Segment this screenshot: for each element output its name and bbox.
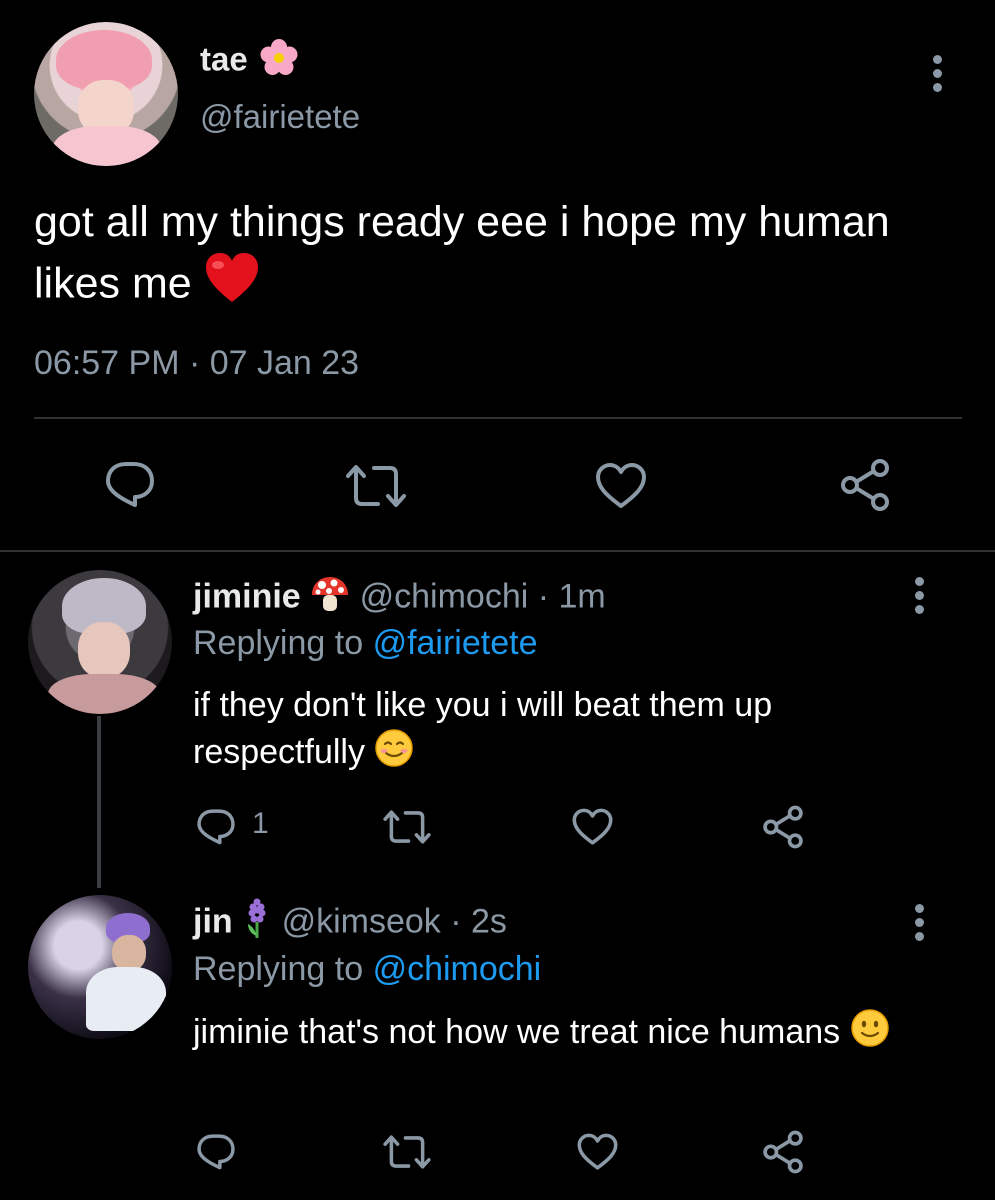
retweet-icon[interactable]: [382, 808, 432, 846]
reply-body: jiminie that's not how we treat nice hum…: [193, 1008, 893, 1060]
more-options-icon[interactable]: [931, 55, 943, 97]
replying-to: Replying to @fairietete: [193, 624, 537, 663]
reply-header: jiminie @chimochi · 1m: [193, 575, 606, 622]
smiling-face-icon: [374, 728, 414, 780]
author-avatar[interactable]: [34, 22, 178, 166]
author-handle[interactable]: @fairietete: [200, 98, 360, 136]
replying-to-label: Replying to: [193, 950, 364, 988]
reply-avatar[interactable]: [28, 570, 172, 714]
replying-to-link[interactable]: @fairietete: [373, 624, 538, 662]
like-icon[interactable]: [571, 808, 614, 846]
divider: [0, 550, 995, 552]
mushroom-icon: [310, 575, 350, 622]
reply-icon[interactable]: [196, 1133, 236, 1170]
replying-to-label: Replying to: [193, 624, 364, 662]
tweet-body: got all my things ready eee i hope my hu…: [34, 192, 934, 320]
like-icon[interactable]: [594, 462, 648, 510]
slightly-smiling-face-icon: [850, 1008, 890, 1060]
share-icon[interactable]: [761, 1130, 805, 1174]
reply-icon[interactable]: [196, 808, 236, 845]
more-options-icon[interactable]: [913, 577, 925, 619]
replying-to: Replying to @chimochi: [193, 950, 541, 989]
share-icon[interactable]: [838, 458, 892, 512]
cherry-blossom-icon: [257, 38, 301, 86]
divider: [34, 417, 962, 419]
author-name[interactable]: tae: [200, 38, 301, 86]
reply-body: if they don't like you i will beat them …: [193, 682, 893, 780]
reply-time[interactable]: · 1m: [538, 577, 606, 615]
replying-to-link[interactable]: @chimochi: [373, 950, 542, 988]
tweet-timestamp[interactable]: 06:57 PM · 07 Jan 23: [34, 344, 359, 383]
author-name-text: tae: [200, 40, 248, 78]
reply-author-name[interactable]: jin: [193, 902, 233, 940]
reply-text: jiminie that's not how we treat nice hum…: [193, 1012, 841, 1051]
like-icon[interactable]: [576, 1133, 619, 1171]
more-options-icon[interactable]: [913, 904, 925, 946]
thread-line: [97, 716, 101, 888]
hyacinth-icon: [242, 898, 272, 949]
reply-author-handle[interactable]: @chimochi: [360, 577, 529, 615]
reply-text: if they don't like you i will beat them …: [193, 686, 773, 771]
reply-icon[interactable]: [104, 460, 156, 508]
red-heart-icon: [204, 252, 260, 320]
share-icon[interactable]: [761, 805, 805, 849]
retweet-icon[interactable]: [382, 1133, 432, 1171]
retweet-icon[interactable]: [344, 462, 408, 510]
reply-header: jin @kimseok · 2s: [193, 898, 507, 949]
reply-time[interactable]: · 2s: [450, 902, 507, 940]
reply-avatar[interactable]: [28, 895, 172, 1039]
reply-count: 1: [252, 807, 269, 840]
tweet-text: got all my things ready eee i hope my hu…: [34, 198, 890, 308]
reply-author-name[interactable]: jiminie: [193, 577, 301, 615]
reply-author-handle[interactable]: @kimseok: [282, 902, 441, 940]
